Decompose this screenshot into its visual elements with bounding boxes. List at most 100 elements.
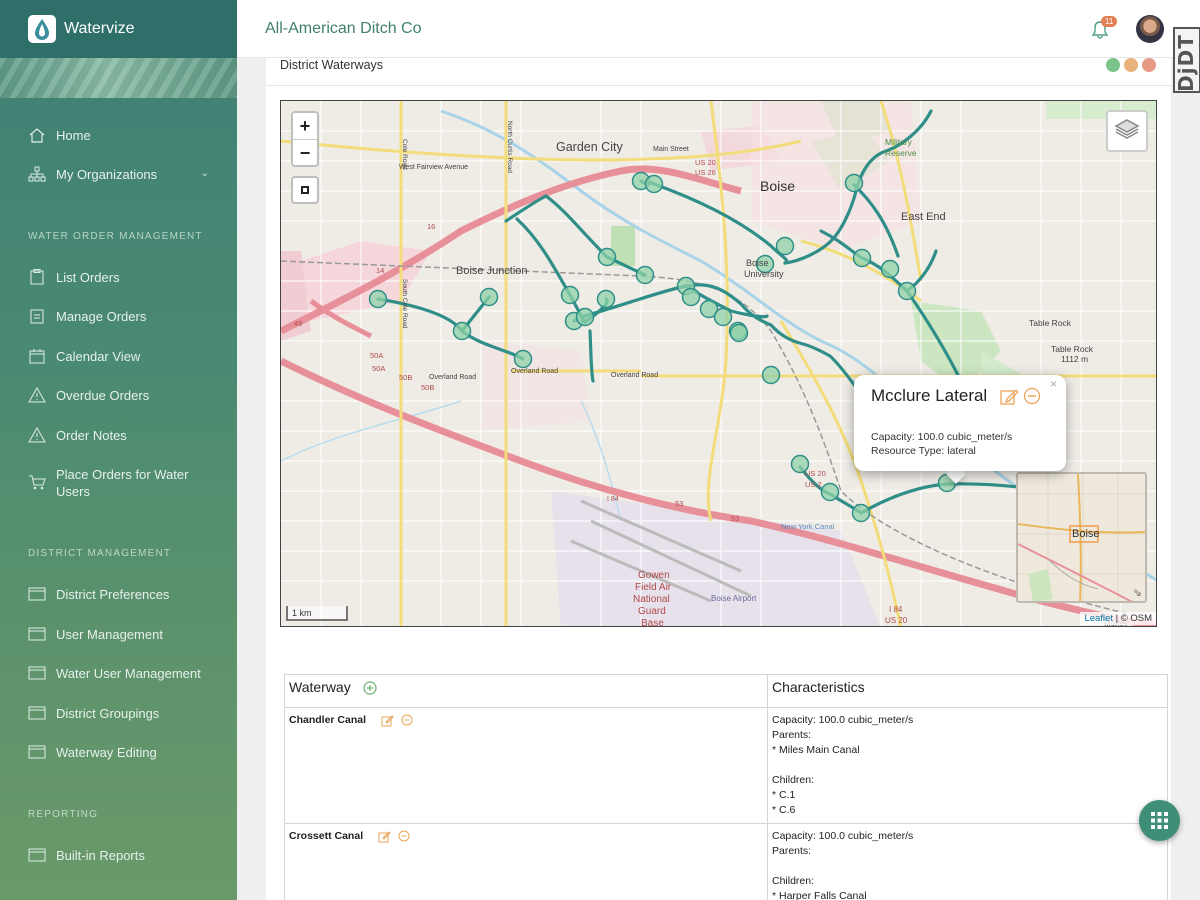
edit-icon[interactable] xyxy=(381,714,394,727)
map-label: Guard xyxy=(638,606,666,617)
layers-button[interactable] xyxy=(1106,110,1148,152)
window-icon xyxy=(28,666,46,680)
zoom-in-button[interactable]: + xyxy=(293,113,317,139)
map-label: 16 xyxy=(427,222,435,231)
map-label: I 84 xyxy=(889,605,903,614)
sidebar-item-place-orders[interactable]: Place Orders for Water Users xyxy=(0,466,210,500)
clipboard-icon xyxy=(30,269,44,285)
brand[interactable]: Watervize xyxy=(0,0,237,58)
edit-icon[interactable] xyxy=(1000,387,1019,406)
waterway-popup: Mcclure Lateral × Capacity: 100.0 cubic_… xyxy=(854,375,1066,471)
leaflet-link[interactable]: Leaflet xyxy=(1084,613,1113,624)
sidebar-item-overdue-orders[interactable]: Overdue Orders xyxy=(0,387,237,404)
sidebar-item-home[interactable]: Home xyxy=(0,127,237,144)
map-label: Boise xyxy=(760,178,795,194)
remove-icon[interactable] xyxy=(401,714,413,726)
sidebar-item-manage-orders[interactable]: Manage Orders xyxy=(0,308,237,325)
card-window-controls xyxy=(1106,58,1156,72)
status-dot[interactable] xyxy=(1124,58,1138,72)
map-label: Base xyxy=(641,618,664,627)
window-icon xyxy=(28,848,46,862)
minimap-toggle-icon[interactable]: ⇘ xyxy=(1133,586,1142,599)
section-label-district: DISTRICT MANAGEMENT xyxy=(28,548,172,559)
cart-icon xyxy=(29,475,46,490)
home-icon xyxy=(29,128,45,143)
sidebar-item-built-in-reports[interactable]: Built-in Reports xyxy=(0,847,237,864)
map-label: 50B xyxy=(399,373,412,382)
sidebar-item-user-management[interactable]: User Management xyxy=(0,626,237,643)
sidebar-item-district-preferences[interactable]: District Preferences xyxy=(0,586,237,603)
sidebar-item-label: Calendar View xyxy=(56,349,141,364)
characteristic-line: Parents: xyxy=(772,729,812,741)
sidebar-item-waterway-editing[interactable]: Waterway Editing xyxy=(0,744,237,761)
sidebar-item-label: Order Notes xyxy=(56,428,127,443)
popup-capacity: Capacity: 100.0 cubic_meter/s xyxy=(871,431,1013,443)
sidebar-item-district-groupings[interactable]: District Groupings xyxy=(0,705,237,722)
window-icon xyxy=(28,627,46,641)
clipboard-list-icon xyxy=(30,309,44,324)
map-label: 50A xyxy=(372,364,385,373)
sidebar-item-list-orders[interactable]: List Orders xyxy=(0,269,237,286)
map-label: US 20 xyxy=(695,158,716,167)
sidebar-item-order-notes[interactable]: Order Notes xyxy=(0,427,237,444)
watervize-logo-icon xyxy=(28,15,56,43)
map-label: Reserve xyxy=(885,148,917,158)
waterways-map[interactable]: Garden City Boise East End Boise Junctio… xyxy=(280,100,1157,627)
map-label: 53 xyxy=(731,514,739,523)
map-label: North Curtis Road xyxy=(506,121,513,173)
characteristics-cell: Capacity: 100.0 cubic_meter/s Parents: C… xyxy=(767,823,1168,900)
status-dot[interactable] xyxy=(1142,58,1156,72)
sidebar-item-label: Waterway Editing xyxy=(56,745,157,760)
sidebar-item-water-user-management[interactable]: Water User Management xyxy=(0,665,237,682)
edit-icon[interactable] xyxy=(378,830,391,843)
layers-icon xyxy=(1114,119,1140,139)
map-label: Table Rock xyxy=(1029,318,1072,328)
section-label-water-order: WATER ORDER MANAGEMENT xyxy=(28,231,203,242)
popup-close-button[interactable]: × xyxy=(1050,377,1057,391)
map-label: West Fairview Avenue xyxy=(399,164,468,171)
characteristic-line: * C.1 xyxy=(772,789,796,801)
map-label: Boise Junction xyxy=(456,265,528,277)
waterways-card: District Waterways Garden City Boise Eas… xyxy=(266,58,1171,900)
apps-menu-button[interactable] xyxy=(1139,800,1180,841)
remove-icon[interactable] xyxy=(398,830,410,842)
characteristic-line: Children: xyxy=(772,875,815,887)
avatar[interactable] xyxy=(1136,15,1164,43)
status-dot[interactable] xyxy=(1106,58,1120,72)
map-label: Cole Road xyxy=(401,139,408,170)
map-label: Main Street xyxy=(653,146,689,153)
sidebar-banner-image xyxy=(0,58,237,98)
map-label: University xyxy=(744,269,784,279)
popup-resource-type: Resource Type: lateral xyxy=(871,445,976,457)
sidebar-item-label: District Preferences xyxy=(56,587,170,602)
characteristic-line: Parents: xyxy=(772,845,812,857)
square-icon xyxy=(301,186,309,194)
map-label: South Cole Road xyxy=(401,279,408,329)
sidebar: Watervize Home My Organizations ⌄ WATER … xyxy=(0,0,237,900)
sidebar-item-label: My Organizations xyxy=(56,167,158,182)
map-label: Field Air xyxy=(635,582,672,593)
characteristic-line: * C.6 xyxy=(772,804,796,816)
map-label: Overland Road xyxy=(429,374,476,381)
add-waterway-icon[interactable] xyxy=(363,681,377,695)
minimap[interactable]: Boise ⇘ xyxy=(1016,472,1147,603)
zoom-control: + − xyxy=(291,111,319,167)
map-label: Gowen xyxy=(638,570,670,581)
sidebar-item-my-organizations[interactable]: My Organizations ⌄ xyxy=(0,166,237,183)
chevron-down-icon[interactable]: ⌄ xyxy=(201,168,209,179)
map-label: 14 xyxy=(376,266,384,275)
map-label: US 26 xyxy=(695,168,716,177)
draw-rectangle-button[interactable] xyxy=(291,176,319,204)
zoom-out-button[interactable]: − xyxy=(293,139,317,165)
window-icon xyxy=(28,587,46,601)
map-label: US 20 xyxy=(805,469,826,478)
sidebar-item-label: Built-in Reports xyxy=(56,848,145,863)
app-name: Watervize xyxy=(64,20,135,37)
remove-icon[interactable] xyxy=(1023,387,1041,405)
characteristic-line: Capacity: 100.0 cubic_meter/s xyxy=(772,714,914,726)
sidebar-item-calendar-view[interactable]: Calendar View xyxy=(0,348,237,365)
map-label: 49 xyxy=(294,319,302,328)
map-label: US 20 xyxy=(885,616,908,625)
debug-toolbar-toggle[interactable]: DjDT xyxy=(1173,27,1200,93)
map-label: National xyxy=(633,594,670,605)
